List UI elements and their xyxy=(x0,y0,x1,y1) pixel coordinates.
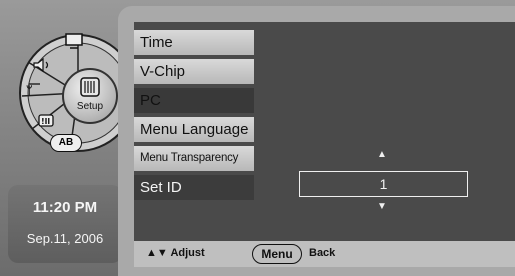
adjust-label: Adjust xyxy=(170,247,205,259)
value-down-arrow-icon[interactable]: ▼ xyxy=(372,201,392,212)
set-id-value-field[interactable]: 1 xyxy=(299,171,468,197)
menu-item-menu-language[interactable]: Menu Language xyxy=(134,117,254,142)
osd-screen: Time V-Chip PC Menu Language Menu Transp… xyxy=(134,22,515,267)
menu-item-set-id[interactable]: Set ID xyxy=(134,175,254,200)
clock-date: Sep.11, 2006 xyxy=(26,231,104,246)
clock-time: 11:20 PM xyxy=(32,199,98,216)
back-label: Back xyxy=(309,247,336,259)
setup-menu-list: Time V-Chip PC Menu Language Menu Transp… xyxy=(134,30,254,204)
menu-item-vchip[interactable]: V-Chip xyxy=(134,59,254,84)
menu-button[interactable]: Menu xyxy=(252,244,302,264)
antenna-icon[interactable]: ᛘ xyxy=(24,80,46,98)
setup-tools-icon xyxy=(80,77,100,97)
menu-item-pc-label: PC xyxy=(140,92,161,109)
speaker-icon[interactable] xyxy=(32,56,54,74)
setup-knob[interactable]: Setup xyxy=(62,68,118,124)
picture-icon[interactable] xyxy=(64,32,86,50)
adjust-hint: ▲▼ Adjust xyxy=(146,247,205,259)
menu-item-menu-transparency[interactable]: Menu Transparency xyxy=(134,146,254,171)
caption-ab-badge[interactable]: AB xyxy=(50,134,82,152)
clock-panel: 11:20 PM Sep.11, 2006 xyxy=(8,185,122,263)
value-up-arrow-icon[interactable]: ▲ xyxy=(372,149,392,160)
parental-control-icon[interactable]: !ll xyxy=(36,112,58,130)
help-bar: ▲▼ Adjust Menu Back xyxy=(134,241,515,267)
menu-item-time[interactable]: Time xyxy=(134,30,254,55)
menu-item-pc[interactable]: PC xyxy=(134,88,254,113)
svg-text:!ll: !ll xyxy=(41,117,50,126)
up-down-arrows-icon: ▲▼ xyxy=(146,247,168,259)
svg-text:ᛘ: ᛘ xyxy=(26,84,33,97)
setup-label: Setup xyxy=(76,101,104,112)
